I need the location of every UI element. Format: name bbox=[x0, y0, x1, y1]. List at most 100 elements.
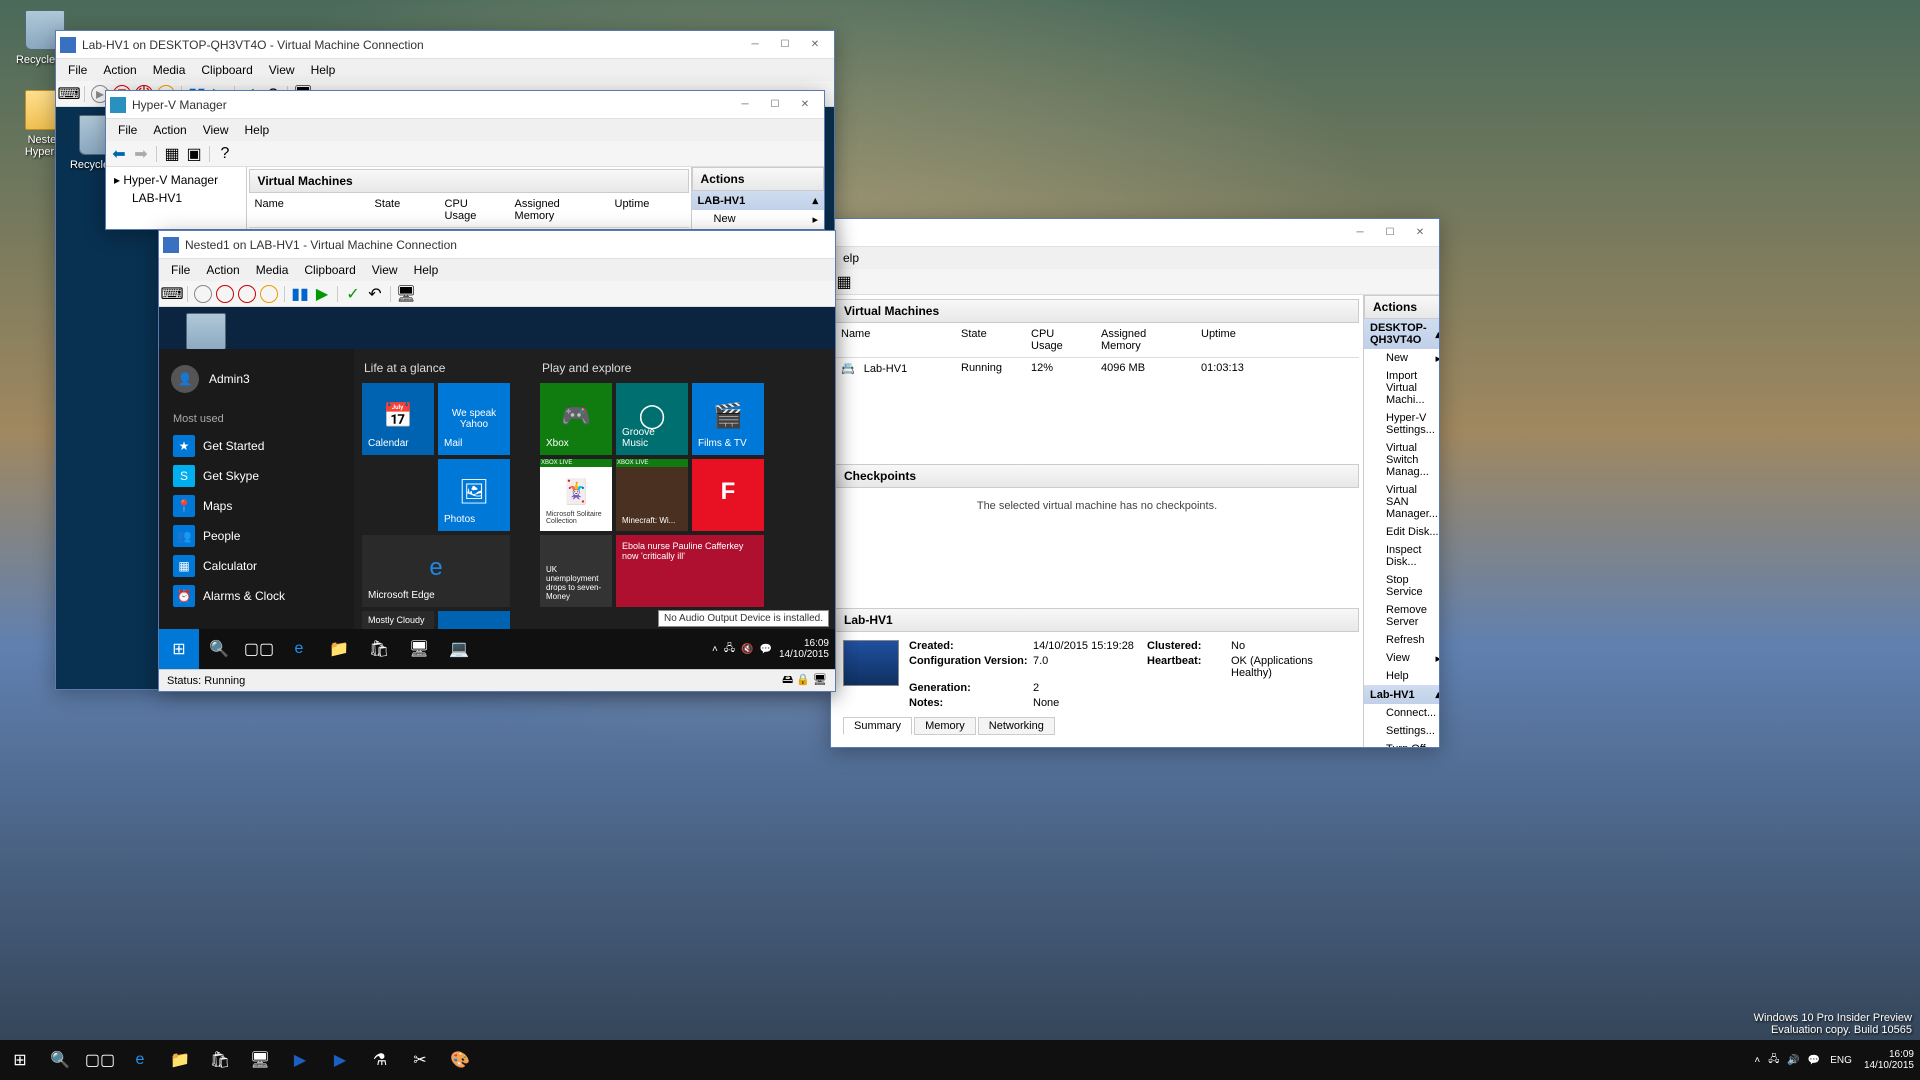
turn-off-icon[interactable] bbox=[216, 285, 234, 303]
volume-icon[interactable]: 🔊 bbox=[1787, 1055, 1799, 1066]
menu-help[interactable]: Help bbox=[406, 261, 447, 279]
minimize-button[interactable]: ─ bbox=[1345, 222, 1375, 244]
task-view-icon[interactable]: ▢▢ bbox=[80, 1040, 120, 1080]
col-name[interactable]: Name bbox=[249, 196, 369, 224]
menu-action[interactable]: Action bbox=[95, 61, 144, 79]
start-menu[interactable]: 👤 Admin3 Most used ★Get Started SGet Sky… bbox=[159, 349, 835, 629]
revert-icon[interactable]: ↶ bbox=[366, 285, 384, 303]
menu-clipboard[interactable]: Clipboard bbox=[193, 61, 260, 79]
action-inspect-disk[interactable]: Inspect Disk... bbox=[1364, 541, 1439, 571]
close-button[interactable]: ✕ bbox=[800, 34, 830, 56]
minimize-button[interactable]: ─ bbox=[740, 34, 770, 56]
action-hyperv-settings[interactable]: Hyper-V Settings... bbox=[1364, 409, 1439, 439]
back-icon[interactable]: ⬅ bbox=[110, 145, 128, 163]
vm-display-area[interactable]: Recycle Bin 👤 Admin3 Most used ★Get Star… bbox=[159, 307, 835, 669]
taskbar-paint[interactable]: 🎨 bbox=[440, 1040, 480, 1080]
titlebar[interactable]: Lab-HV1 on DESKTOP-QH3VT4O - Virtual Mac… bbox=[56, 31, 834, 59]
start-item-people[interactable]: 👥People bbox=[159, 521, 354, 551]
maximize-button[interactable]: ☐ bbox=[1375, 222, 1405, 244]
tile-solitaire[interactable]: XBOX LIVE🃏Microsoft Solitaire Collection bbox=[540, 459, 612, 531]
save-icon[interactable] bbox=[260, 285, 278, 303]
language-indicator[interactable]: ENG bbox=[1830, 1055, 1852, 1066]
action-import-vm[interactable]: Import Virtual Machi... bbox=[1364, 367, 1439, 409]
tile-photos[interactable]: 🖼Photos bbox=[438, 459, 510, 531]
action-connect[interactable]: Connect... bbox=[1364, 704, 1439, 722]
menu-media[interactable]: Media bbox=[145, 61, 194, 79]
menu-view[interactable]: View bbox=[195, 121, 237, 139]
hyperv-manager-host-window[interactable]: ─ ☐ ✕ elp ▦ Virtual Machines Name State … bbox=[830, 218, 1440, 748]
minimize-button[interactable]: ─ bbox=[730, 94, 760, 116]
maximize-button[interactable]: ☐ bbox=[760, 94, 790, 116]
tile-minecraft[interactable]: XBOX LIVEMinecraft: Wi... bbox=[616, 459, 688, 531]
guest-systray[interactable]: ˄ 🖧 🔇 💬 16:09 14/10/2015 bbox=[709, 638, 835, 660]
host-taskbar[interactable]: ⊞ 🔍 ▢▢ e 📁 🛍 🖥 ▶ ▶ ⚗ ✂ 🎨 ˄ 🖧 🔊 💬 ENG 16:… bbox=[0, 1040, 1920, 1080]
close-button[interactable]: ✕ bbox=[790, 94, 820, 116]
taskbar-edge[interactable]: e bbox=[279, 629, 319, 669]
start-button[interactable]: ⊞ bbox=[159, 629, 199, 669]
col-uptime[interactable]: Uptime bbox=[609, 196, 689, 224]
col-mem[interactable]: Assigned Memory bbox=[509, 196, 609, 224]
action-refresh[interactable]: Refresh bbox=[1364, 631, 1439, 649]
col-uptime[interactable]: Uptime bbox=[1195, 326, 1275, 354]
search-icon[interactable]: 🔍 bbox=[40, 1040, 80, 1080]
menu-help[interactable]: Help bbox=[303, 61, 344, 79]
taskbar-vmconnect[interactable]: 💻 bbox=[439, 629, 479, 669]
menu-view[interactable]: View bbox=[261, 61, 303, 79]
col-state[interactable]: State bbox=[955, 326, 1025, 354]
taskbar-store[interactable]: 🛍 bbox=[200, 1040, 240, 1080]
tile-group-life[interactable]: Life at a glance bbox=[362, 357, 510, 383]
tray-up-icon[interactable]: ˄ bbox=[712, 644, 718, 655]
action-view[interactable]: View▸ bbox=[1364, 649, 1439, 667]
action-edit-disk[interactable]: Edit Disk... bbox=[1364, 523, 1439, 541]
tile-films[interactable]: 🎬Films & TV bbox=[692, 383, 764, 455]
actions-vm-header[interactable]: Lab-HV1▴ bbox=[1364, 685, 1439, 704]
start-item-maps[interactable]: 📍Maps bbox=[159, 491, 354, 521]
host-systray[interactable]: ˄ 🖧 🔊 💬 ENG 16:09 14/10/2015 bbox=[1750, 1049, 1920, 1071]
start-icon[interactable] bbox=[194, 285, 212, 303]
vm-row[interactable]: 📇 Nested1 Running 26% 1024 MB 00:42:39 bbox=[249, 228, 689, 229]
action-vswitch-manager[interactable]: Virtual Switch Manag... bbox=[1364, 439, 1439, 481]
shut-down-icon[interactable] bbox=[238, 285, 256, 303]
menu-action[interactable]: Action bbox=[198, 261, 247, 279]
help-icon[interactable]: ? bbox=[216, 145, 234, 163]
taskbar-hyperv[interactable]: 🖥 bbox=[399, 629, 439, 669]
network-icon[interactable]: 🖧 bbox=[1768, 1052, 1779, 1069]
menu-help[interactable]: Help bbox=[237, 121, 278, 139]
ctrl-alt-del-icon[interactable]: ⌨ bbox=[163, 285, 181, 303]
tile-flipboard[interactable]: F bbox=[692, 459, 764, 531]
start-item-alarms[interactable]: ⏰Alarms & Clock bbox=[159, 581, 354, 611]
col-state[interactable]: State bbox=[369, 196, 439, 224]
start-user[interactable]: 👤 Admin3 bbox=[159, 357, 354, 407]
volume-muted-icon[interactable]: 🔇 bbox=[741, 644, 753, 655]
col-mem[interactable]: Assigned Memory bbox=[1095, 326, 1195, 354]
vm-row[interactable]: 📇 Lab-HV1 Running 12% 4096 MB 01:03:13 bbox=[835, 358, 1359, 379]
taskbar-powershell-ise[interactable]: ▶ bbox=[320, 1040, 360, 1080]
guest-taskbar[interactable]: ⊞ 🔍 ▢▢ e 📁 🛍 🖥 💻 ˄ 🖧 🔇 💬 16:09 14/10/201… bbox=[159, 629, 835, 669]
start-item-skype[interactable]: SGet Skype bbox=[159, 461, 354, 491]
notifications-icon[interactable]: 💬 bbox=[1808, 1055, 1820, 1066]
notifications-icon[interactable]: 💬 bbox=[759, 644, 771, 655]
tile-news-ebola[interactable]: Ebola nurse Pauline Cafferkey now 'criti… bbox=[616, 535, 764, 607]
reset-icon[interactable]: ▶ bbox=[313, 285, 331, 303]
taskbar-powershell[interactable]: ▶ bbox=[280, 1040, 320, 1080]
action-turn-off[interactable]: Turn Off... bbox=[1364, 740, 1439, 747]
col-cpu[interactable]: CPU Usage bbox=[1025, 326, 1095, 354]
action-new[interactable]: New▸ bbox=[692, 210, 824, 228]
checkpoint-icon[interactable]: ✓ bbox=[344, 285, 362, 303]
action-remove-server[interactable]: Remove Server bbox=[1364, 601, 1439, 631]
search-icon[interactable]: 🔍 bbox=[199, 629, 239, 669]
start-button[interactable]: ⊞ bbox=[0, 1040, 40, 1080]
forward-icon[interactable]: ➡ bbox=[132, 145, 150, 163]
action-import-vm[interactable]: Import Virtual Mac... bbox=[692, 228, 824, 229]
toolbar-button[interactable]: ▣ bbox=[185, 145, 203, 163]
ctrl-alt-del-icon[interactable]: ⌨ bbox=[60, 85, 78, 103]
action-settings[interactable]: Settings... bbox=[1364, 722, 1439, 740]
tab-networking[interactable]: Networking bbox=[978, 717, 1055, 735]
col-cpu[interactable]: CPU Usage bbox=[439, 196, 509, 224]
tree-root[interactable]: ▸ Hyper-V Manager bbox=[110, 171, 242, 189]
menu-file[interactable]: File bbox=[110, 121, 145, 139]
menu-help[interactable]: elp bbox=[835, 249, 867, 267]
start-item-calculator[interactable]: ▦Calculator bbox=[159, 551, 354, 581]
tile-news-uk[interactable]: UK unemployment drops to seven-Money bbox=[540, 535, 612, 607]
vmconnect-nested1-window[interactable]: Nested1 on LAB-HV1 - Virtual Machine Con… bbox=[158, 230, 836, 692]
